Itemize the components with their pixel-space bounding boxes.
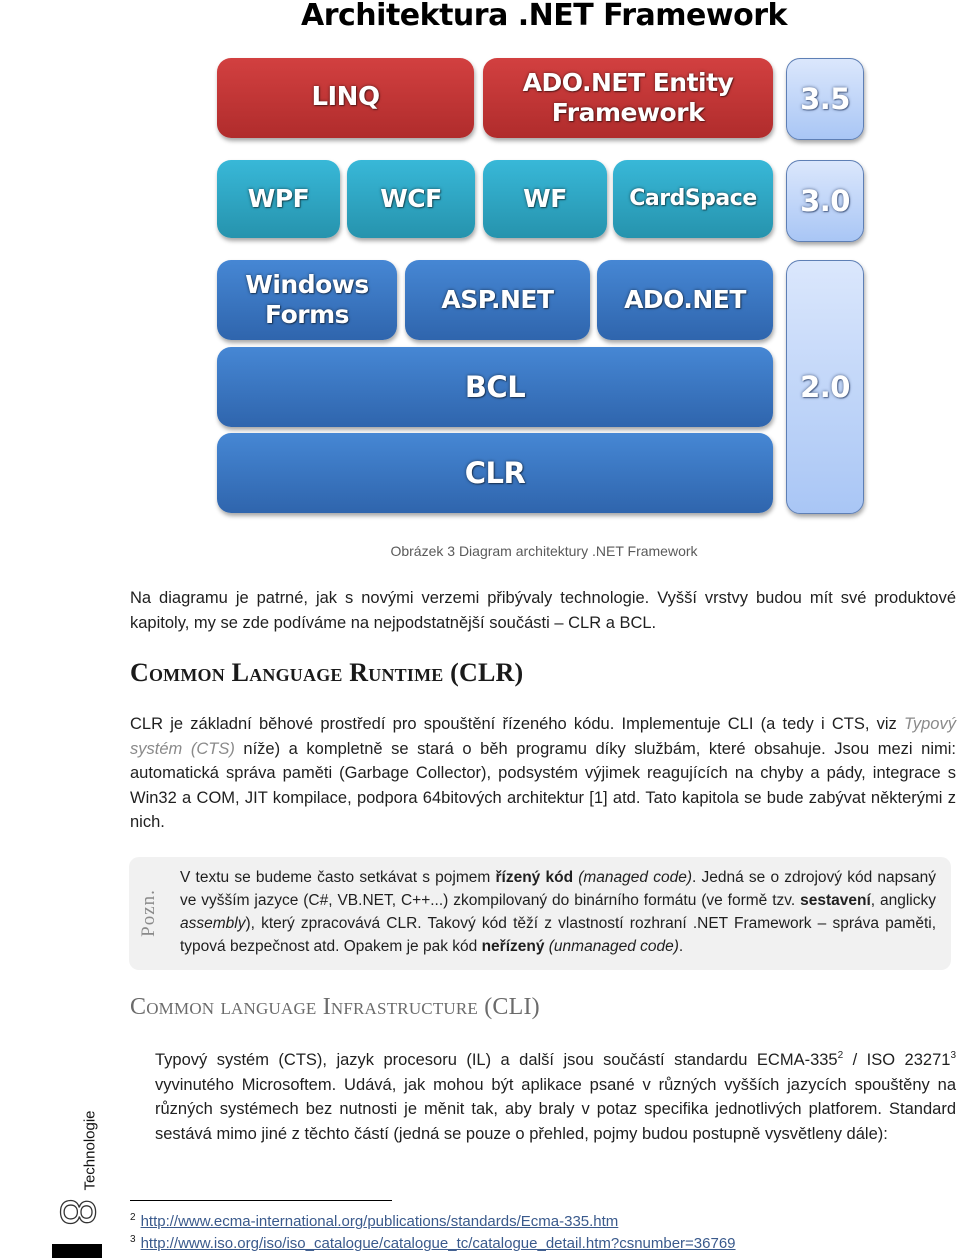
box-asp-net: ASP.NET <box>405 260 590 340</box>
box-bcl: BCL <box>217 347 773 427</box>
note-assembly-en: assembly <box>180 915 246 932</box>
note-t1: V textu se budeme často setkávat s pojme… <box>180 869 496 886</box>
cli-text-a: Typový systém (CTS), jazyk procesoru (IL… <box>155 1051 838 1069</box>
footnote-link-ecma[interactable]: http://www.ecma-international.org/public… <box>141 1213 619 1230</box>
note-managed-en: (managed code) <box>573 869 692 886</box>
footnote-number: 3 <box>130 1234 136 1245</box>
note-label-text: Pozn. <box>138 889 159 937</box>
footnote-3: 3 http://www.iso.org/iso/iso_catalogue/ca… <box>130 1234 736 1252</box>
note-t5: . <box>678 938 684 955</box>
footnote-link-iso[interactable]: http://www.iso.org/iso/iso_catalogue/cat… <box>141 1235 736 1252</box>
cli-heading: Common language Infrastructure (CLI) <box>130 994 540 1020</box>
page-marker-bar <box>52 1244 102 1258</box>
box-wcf: WCF <box>347 160 475 238</box>
diagram-title: Architektura .NET Framework <box>301 0 787 33</box>
section-label: Technologie <box>81 1109 99 1191</box>
note-unmanaged-en: (unmanaged code) <box>544 938 679 955</box>
architecture-diagram: Architektura .NET Framework LINQ ADO.NET… <box>0 0 960 559</box>
box-clr: CLR <box>217 433 773 513</box>
clr-text-start: CLR je základní běhové prostředí pro spo… <box>130 715 905 733</box>
note-term-assembly: sestavení <box>800 892 871 909</box>
box-ado-net-entity-framework: ADO.NET Entity Framework <box>483 58 773 138</box>
note-term-managed: řízený kód <box>495 869 574 886</box>
note-label: Pozn. <box>135 870 163 956</box>
intro-paragraph: Na diagramu je patrné, jak s novými verz… <box>130 589 956 632</box>
version-3-0: 3.0 <box>786 160 864 242</box>
footnote-ref-3[interactable]: 3 <box>950 1050 956 1061</box>
cli-text-c: vyvinutého Microsoftem. Udává, jak mohou… <box>155 1075 956 1143</box>
version-2-0: 2.0 <box>786 260 864 514</box>
cli-text-b: / ISO 23271 <box>843 1051 951 1069</box>
footnote-2: 2 http://www.ecma-international.org/publi… <box>130 1212 618 1230</box>
box-ado-net: ADO.NET <box>597 260 773 340</box>
footnote-separator <box>130 1200 392 1201</box>
clr-paragraph: CLR je základní běhové prostředí pro spo… <box>130 712 956 835</box>
cli-paragraph: Typový systém (CTS), jazyk procesoru (IL… <box>155 1044 956 1146</box>
box-wpf: WPF <box>217 160 340 238</box>
box-cardspace: CardSpace <box>613 160 773 238</box>
box-linq: LINQ <box>217 58 474 138</box>
clr-text-end: níže) a kompletně se stará o běh program… <box>130 739 956 832</box>
footnote-number: 2 <box>130 1212 136 1223</box>
version-3-5: 3.5 <box>786 58 864 140</box>
page-number: 8 <box>49 1197 104 1228</box>
box-wf: WF <box>483 160 607 238</box>
note-term-unmanaged: neřízený <box>481 938 545 955</box>
figure-caption: Obrázek 3 Diagram architektury .NET Fram… <box>390 543 698 559</box>
box-windows-forms: Windows Forms <box>217 260 397 340</box>
clr-heading: Common Language Runtime (CLR) <box>130 658 524 687</box>
section-tab: Technologie <box>70 1105 110 1195</box>
note-text: V textu se budeme často setkávat s pojme… <box>180 866 936 958</box>
note-t3: , anglicky <box>870 892 936 909</box>
